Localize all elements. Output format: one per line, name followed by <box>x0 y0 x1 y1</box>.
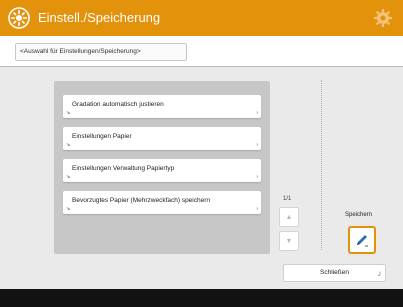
menu-item-label: Einstellungen Papier <box>72 133 132 140</box>
menu-item-preferred-paper[interactable]: ↘ Bevorzugtes Papier (Mehrzweckfach) spe… <box>63 191 261 214</box>
menu-item-paper-type-management[interactable]: ↘ Einstellungen Verwaltung Papiertyp › <box>63 159 261 182</box>
main-area: ↘ Gradation automatisch justieren › ↘ Ei… <box>0 67 403 289</box>
menu-item-label: Bevorzugtes Papier (Mehrzweckfach) speic… <box>72 197 211 204</box>
menu-item-label: Einstellungen Verwaltung Papiertyp <box>72 165 175 172</box>
chevron-right-icon: › <box>256 110 258 116</box>
page-title: Einstell./Speicherung <box>38 10 161 25</box>
scroll-up-button[interactable]: ▲ <box>279 207 299 227</box>
menu-item-paper-settings[interactable]: ↘ Einstellungen Papier › <box>63 127 261 150</box>
save-button[interactable] <box>348 226 376 254</box>
item-marker-icon: ↘ <box>66 174 71 180</box>
menu-item-label: Gradation automatisch justieren <box>72 101 164 108</box>
title-bar: Einstell./Speicherung <box>0 0 403 36</box>
breadcrumb: <Auswahl für Einstellungen/Speicherung> <box>15 43 187 61</box>
gear-icon[interactable] <box>373 8 393 28</box>
triangle-down-icon: ▼ <box>285 237 293 245</box>
chevron-right-icon: › <box>256 206 258 212</box>
vertical-divider <box>321 80 322 250</box>
page-indicator: 1/1 <box>283 196 292 202</box>
triangle-up-icon: ▲ <box>285 213 293 221</box>
close-button[interactable]: Schließen ┘ <box>283 264 386 282</box>
item-marker-icon: ↘ <box>66 206 71 212</box>
chevron-right-icon: › <box>256 174 258 180</box>
chevron-right-icon: › <box>256 142 258 148</box>
item-marker-icon: ↘ <box>66 110 71 116</box>
menu-item-gradation[interactable]: ↘ Gradation automatisch justieren › <box>63 95 261 118</box>
breadcrumb-bar: <Auswahl für Einstellungen/Speicherung> <box>0 36 403 66</box>
save-label: Speichern <box>345 212 373 218</box>
status-bar <box>0 289 403 307</box>
close-button-label: Schließen <box>320 269 349 276</box>
pen-icon <box>357 235 368 247</box>
menu-panel: ↘ Gradation automatisch justieren › ↘ Ei… <box>54 81 270 254</box>
scroll-down-button[interactable]: ▼ <box>279 231 299 251</box>
corner-return-icon: ┘ <box>377 273 382 279</box>
settings-registration-icon <box>8 7 30 29</box>
item-marker-icon: ↘ <box>66 142 71 148</box>
